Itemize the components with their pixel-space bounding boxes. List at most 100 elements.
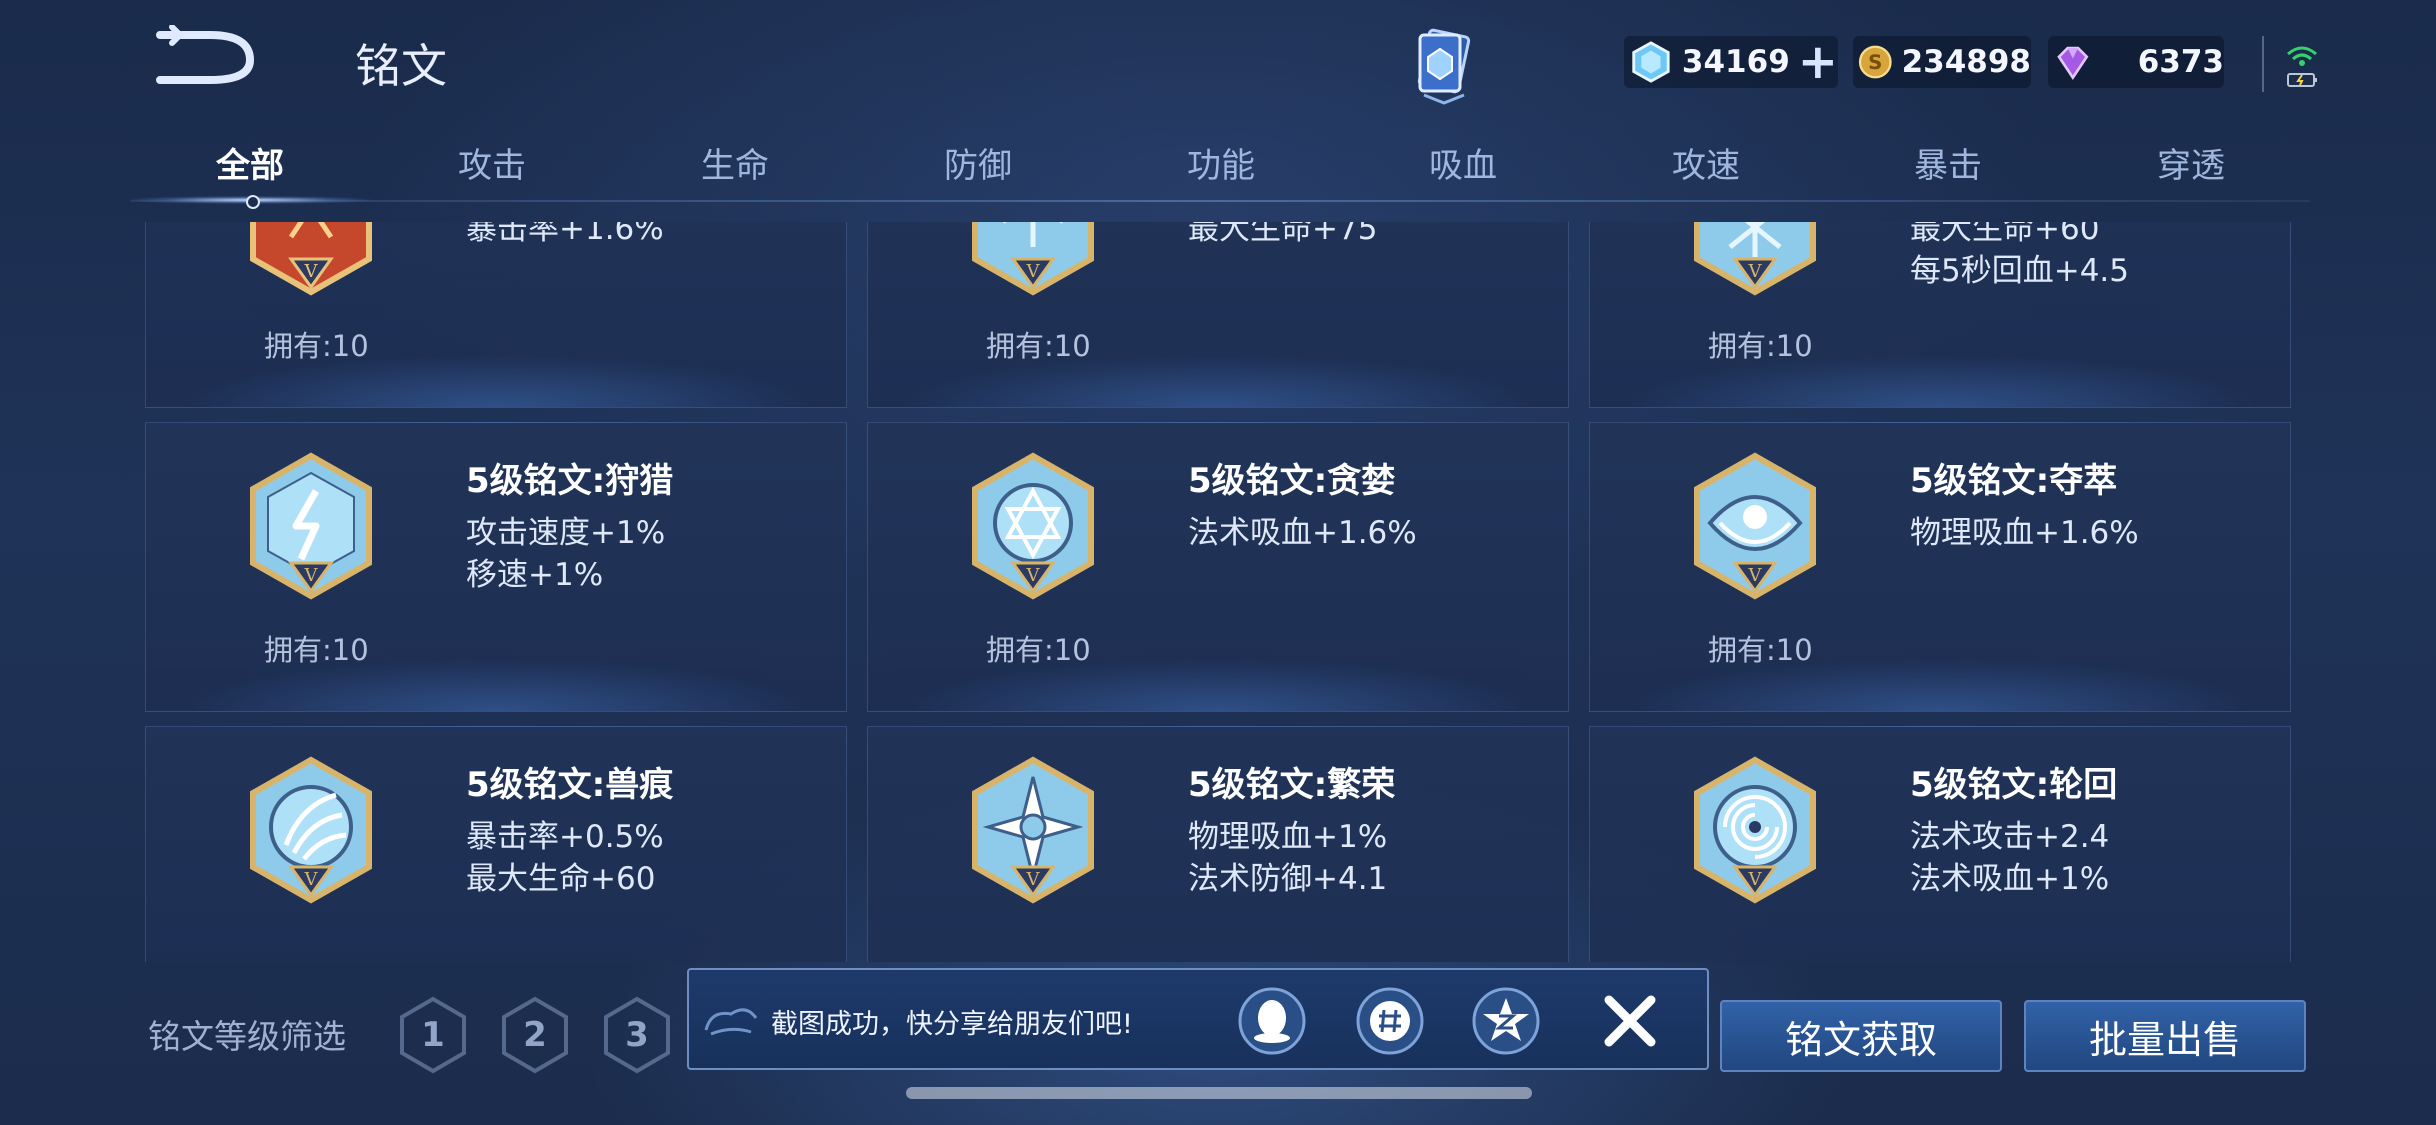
- claw-emblem-icon: V: [250, 756, 372, 904]
- level-filter-2[interactable]: 2: [500, 995, 570, 1075]
- toast-message: 截图成功，快分享给朋友们吧!: [771, 1009, 1133, 1040]
- level-filter-label: 铭文等级筛选: [148, 1017, 346, 1056]
- inscription-stat-1: 暴击率+0.5%: [466, 819, 664, 855]
- inscription-card-reincarnation[interactable]: V 5级铭文:轮回 法术攻击+2.4 法术吸血+1%: [1589, 726, 2291, 962]
- inscription-stat-2: 法术吸血+1%: [1910, 861, 2110, 897]
- svg-text:V: V: [1748, 565, 1763, 586]
- inscription-stat-1: 攻击速度+1%: [466, 515, 666, 551]
- tab-defense[interactable]: 防御: [903, 138, 1053, 187]
- inscription-stat-2: 移速+1%: [466, 557, 604, 593]
- inscription-card-greed[interactable]: V 5级铭文:贪婪 法术吸血+1.6% 拥有:10: [867, 422, 1569, 712]
- status-icons: [2282, 38, 2322, 92]
- inscription-stat-2: 最大生命+60: [466, 861, 656, 897]
- owned-count: 拥有:10: [264, 329, 369, 363]
- owned-count: 拥有:10: [264, 633, 369, 667]
- level-number: 2: [523, 1015, 547, 1055]
- tab-attack[interactable]: 攻击: [417, 138, 567, 187]
- page-title: 铭文: [355, 39, 447, 93]
- active-tab-dot: [246, 195, 260, 209]
- gem-value: 34169: [1681, 44, 1790, 80]
- add-gem-button[interactable]: +: [1798, 38, 1838, 86]
- owned-count: 拥有:10: [986, 329, 1091, 363]
- toast-close-button[interactable]: [1595, 986, 1665, 1056]
- svg-text:S: S: [1868, 51, 1882, 74]
- gem-currency: 34169 +: [1624, 36, 1838, 88]
- inscription-grid: V 暴击率+1.6% 拥有:10 V 最大生命+75 拥有:10 V 最大生命+…: [145, 222, 2293, 962]
- inscription-stat-1: 物理吸血+1%: [1188, 819, 1388, 855]
- svg-text:V: V: [304, 261, 319, 282]
- gold-value: 234898: [1901, 44, 2031, 80]
- blue-inscription-emblem-icon: V: [972, 222, 1094, 296]
- owned-count: 拥有:10: [986, 633, 1091, 667]
- lightning-emblem-icon: V: [250, 452, 372, 600]
- inscription-card[interactable]: V 最大生命+60 每5秒回血+4.5 拥有:10: [1589, 222, 2291, 408]
- header-divider: [2262, 36, 2264, 92]
- inscription-card[interactable]: V 暴击率+1.6% 拥有:10: [145, 222, 847, 408]
- qzone-icon: [1472, 987, 1540, 1055]
- star-circle-emblem-icon: V: [972, 452, 1094, 600]
- share-qq-button[interactable]: [1237, 986, 1307, 1056]
- svg-text:V: V: [1748, 869, 1763, 890]
- category-tabs: 全部 攻击 生命 防御 功能 吸血 攻速 暴击 穿透: [130, 128, 2310, 198]
- svg-text:V: V: [304, 565, 319, 586]
- inscription-name: 5级铭文:轮回: [1910, 765, 2118, 805]
- level-filter-3[interactable]: 3: [602, 995, 672, 1075]
- swirl-emblem-icon: V: [1694, 756, 1816, 904]
- inscription-obtain-button[interactable]: 铭文获取: [1720, 1000, 2002, 1072]
- inscription-stat-1: 暴击率+1.6%: [466, 222, 664, 247]
- tab-penetration[interactable]: 穿透: [2116, 138, 2266, 187]
- level-filter-1[interactable]: 1: [398, 995, 468, 1075]
- svg-text:V: V: [1026, 261, 1041, 282]
- red-inscription-emblem-icon: V: [250, 222, 372, 296]
- inscription-card-seize[interactable]: V 5级铭文:夺萃 物理吸血+1.6% 拥有:10: [1589, 422, 2291, 712]
- level-number: 3: [625, 1015, 649, 1055]
- tab-attack-speed[interactable]: 攻速: [1631, 138, 1781, 187]
- owned-count: 拥有:10: [1708, 329, 1813, 363]
- back-button[interactable]: [150, 24, 260, 95]
- cloud-swirl-icon: [704, 1008, 758, 1036]
- tab-function[interactable]: 功能: [1146, 138, 1296, 187]
- qq-icon: [1238, 987, 1306, 1055]
- svg-text:V: V: [1026, 565, 1041, 586]
- tab-health[interactable]: 生命: [660, 138, 810, 187]
- home-indicator[interactable]: [906, 1087, 1532, 1099]
- owned-count: 拥有:10: [1708, 633, 1813, 667]
- wifi-icon: [2287, 46, 2317, 87]
- purple-value: 6373: [2137, 44, 2224, 80]
- inscription-deck-icon[interactable]: [1410, 25, 1480, 105]
- gold-currency: S 234898: [1853, 36, 2031, 88]
- tab-critical[interactable]: 暴击: [1873, 138, 2023, 187]
- inscription-name: 5级铭文:繁荣: [1188, 765, 1396, 805]
- bulk-sell-button[interactable]: 批量出售: [2024, 1000, 2306, 1072]
- blue-inscription-emblem-icon: V: [1694, 222, 1816, 296]
- inscription-card[interactable]: V 最大生命+75 拥有:10: [867, 222, 1569, 408]
- inscription-stat-2: 法术防御+4.1: [1188, 861, 1388, 897]
- inscription-name: 5级铭文:夺萃: [1910, 461, 2118, 501]
- svg-text:V: V: [1026, 869, 1041, 890]
- tab-underline: [130, 200, 2310, 202]
- inscription-stat-1: 法术攻击+2.4: [1910, 819, 2110, 855]
- diamond-icon: [1632, 41, 1670, 83]
- inscription-stat-1: 物理吸血+1.6%: [1910, 515, 2139, 551]
- inscription-name: 5级铭文:兽痕: [466, 765, 674, 805]
- share-moments-button[interactable]: [1355, 986, 1425, 1056]
- screenshot-share-toast: 截图成功，快分享给朋友们吧!: [687, 968, 1709, 1070]
- tab-all[interactable]: 全部: [175, 138, 325, 187]
- wechat-moments-icon: [1356, 987, 1424, 1055]
- inscription-stat-1: 最大生命+75: [1188, 222, 1378, 247]
- svg-text:V: V: [1748, 261, 1763, 282]
- tab-lifesteal[interactable]: 吸血: [1388, 138, 1538, 187]
- level-number: 1: [421, 1015, 445, 1055]
- compass-star-emblem-icon: V: [972, 756, 1094, 904]
- share-qzone-button[interactable]: [1471, 986, 1541, 1056]
- purple-crystal-icon: [2057, 46, 2089, 80]
- eye-emblem-icon: V: [1694, 452, 1816, 600]
- close-icon: [1604, 995, 1656, 1047]
- purple-currency: 6373: [2048, 36, 2224, 88]
- inscription-card-hunt[interactable]: V 5级铭文:狩猎 攻击速度+1% 移速+1% 拥有:10: [145, 422, 847, 712]
- gold-coin-icon: S: [1858, 45, 1892, 79]
- inscription-card-prosperity[interactable]: V 5级铭文:繁荣 物理吸血+1% 法术防御+4.1: [867, 726, 1569, 962]
- inscription-card-beast-mark[interactable]: V 5级铭文:兽痕 暴击率+0.5% 最大生命+60: [145, 726, 847, 962]
- inscription-name: 5级铭文:狩猎: [466, 461, 674, 501]
- inscription-name: 5级铭文:贪婪: [1188, 461, 1396, 501]
